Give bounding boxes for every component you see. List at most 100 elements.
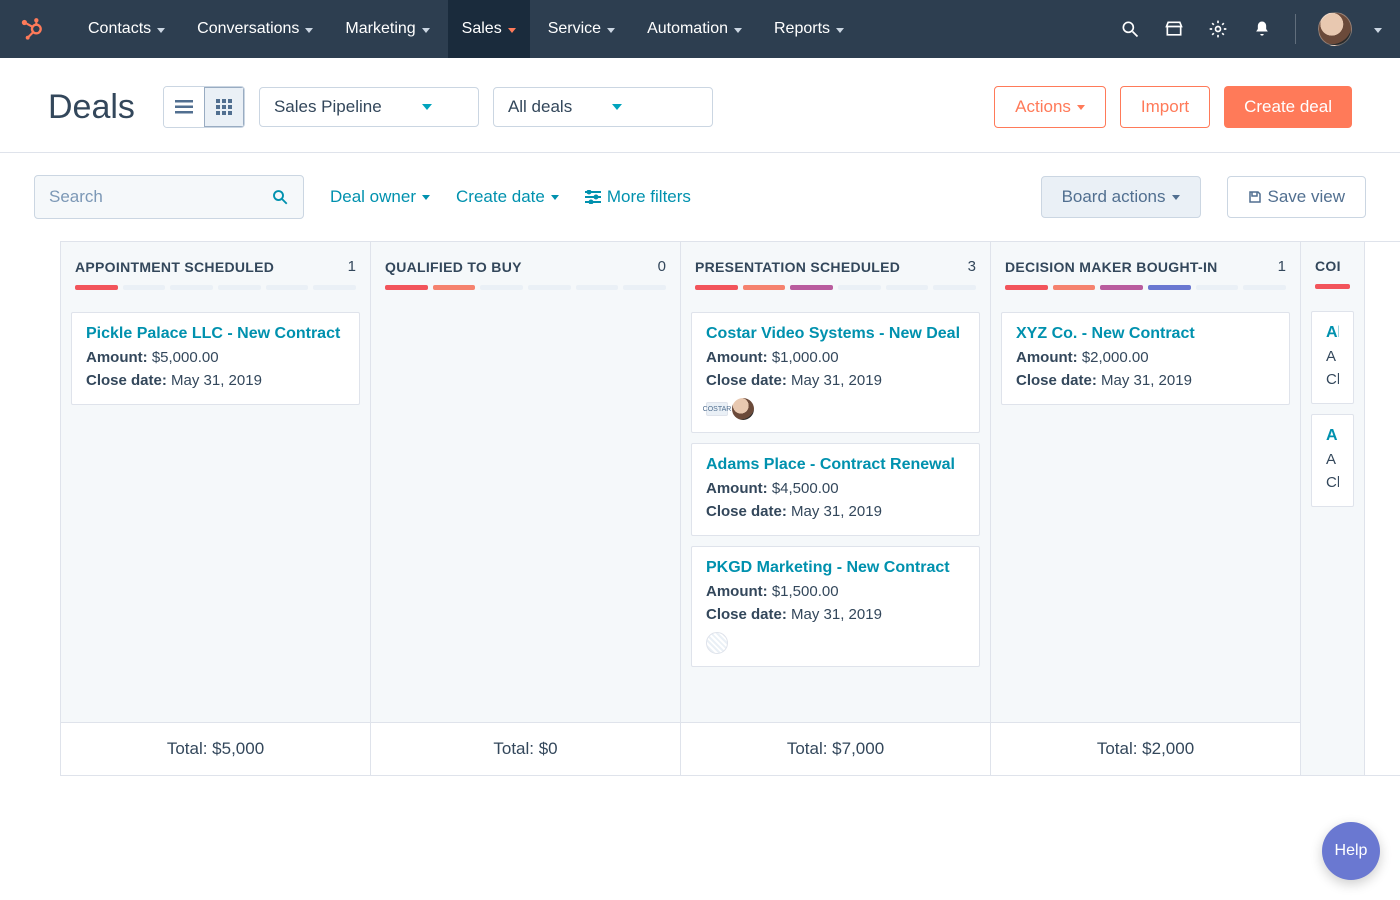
pipeline-label: Sales Pipeline (274, 97, 382, 117)
list-view-button[interactable] (164, 87, 204, 127)
deal-title[interactable]: XYZ Co. - New Contract (1016, 325, 1275, 343)
deal-owner-filter[interactable]: Deal owner (330, 187, 430, 207)
column-count: 1 (1278, 258, 1286, 275)
column-total: Total: $7,000 (681, 722, 990, 775)
column-total: Total: $5,000 (61, 722, 370, 775)
kanban-board: APPOINTMENT SCHEDULED1Pickle Palace LLC … (60, 241, 1400, 776)
search-icon[interactable] (1119, 18, 1141, 40)
notifications-bell-icon[interactable] (1251, 18, 1273, 40)
more-filters-button[interactable]: More filters (585, 187, 691, 207)
stage-progress (1315, 284, 1350, 289)
deal-title[interactable]: Adams Place - Contract Renewal (706, 456, 965, 474)
stage-progress (75, 285, 356, 290)
deal-amount: A (1326, 449, 1339, 472)
deal-title[interactable]: Pickle Palace LLC - New Contract (86, 325, 345, 343)
nav-contacts[interactable]: Contacts (74, 0, 179, 58)
deal-card[interactable]: AACl (1311, 414, 1354, 507)
deal-card[interactable]: XYZ Co. - New ContractAmount: $2,000.00C… (1001, 312, 1290, 405)
board-actions-label: Board actions (1062, 187, 1166, 207)
chevron-down-icon (157, 28, 165, 33)
column-header: PRESENTATION SCHEDULED 3 (681, 242, 990, 302)
nav-conversations[interactable]: Conversations (183, 0, 327, 58)
deal-filter-select[interactable]: All deals (493, 87, 713, 127)
user-avatar[interactable] (1318, 12, 1352, 46)
column-body[interactable]: Pickle Palace LLC - New ContractAmount: … (61, 302, 370, 722)
deal-title[interactable]: Costar Video Systems - New Deal (706, 325, 965, 343)
chevron-down-icon[interactable] (1374, 28, 1382, 33)
stage-progress (1005, 285, 1286, 290)
help-button[interactable]: Help (1322, 822, 1380, 880)
nav-items: Contacts Conversations Marketing Sales S… (74, 0, 858, 58)
deal-card[interactable]: PKGD Marketing - New Contract Amount: $1,… (691, 546, 980, 667)
nav-service[interactable]: Service (534, 0, 629, 58)
board-actions-button[interactable]: Board actions (1041, 176, 1201, 218)
column-count: 0 (658, 258, 666, 275)
deal-amount: Amount: $2,000.00 (1016, 347, 1275, 370)
deal-card[interactable]: Pickle Palace LLC - New ContractAmount: … (71, 312, 360, 405)
page-title: Deals (48, 88, 135, 127)
deal-title[interactable]: Al (1326, 324, 1339, 342)
deal-close-date: Cl (1326, 472, 1339, 495)
column-body[interactable]: Costar Video Systems - New Deal Amount: $… (681, 302, 990, 722)
company-badge: COSTAR (706, 402, 728, 416)
nav-marketing[interactable]: Marketing (331, 0, 443, 58)
placeholder-avatar (706, 632, 728, 654)
import-button[interactable]: Import (1120, 86, 1210, 128)
column-header: APPOINTMENT SCHEDULED1 (61, 242, 370, 302)
actions-button[interactable]: Actions (994, 86, 1106, 128)
deal-owner-label: Deal owner (330, 187, 416, 207)
column-header: QUALIFIED TO BUY0 (371, 242, 680, 302)
deal-amount: Amount: $4,500.00 (706, 478, 965, 501)
create-deal-button[interactable]: Create deal (1224, 86, 1352, 128)
deal-amount: A (1326, 346, 1339, 369)
search-placeholder: Search (49, 187, 103, 207)
help-label: Help (1335, 842, 1368, 860)
view-toggle (163, 86, 245, 128)
nav-reports[interactable]: Reports (760, 0, 858, 58)
nav-automation[interactable]: Automation (633, 0, 756, 58)
column-body[interactable]: AlAClAACl (1301, 301, 1364, 775)
column-title: DECISION MAKER BOUGHT-IN (1005, 259, 1218, 275)
deal-amount: Amount: $1,000.00 (706, 347, 965, 370)
deal-close-date: Cl (1326, 369, 1339, 392)
deal-title[interactable]: A (1326, 427, 1339, 445)
board-view-button[interactable] (204, 87, 244, 127)
column-title: PRESENTATION SCHEDULED (695, 259, 900, 275)
deal-close-date: Close date: May 31, 2019 (706, 501, 965, 524)
save-icon (1248, 190, 1262, 204)
marketplace-icon[interactable] (1163, 18, 1185, 40)
column-title: COI (1315, 258, 1341, 274)
caret-down-icon (1077, 105, 1085, 110)
create-deal-label: Create deal (1244, 97, 1332, 117)
deal-card[interactable]: Costar Video Systems - New Deal Amount: $… (691, 312, 980, 433)
more-filters-label: More filters (607, 187, 691, 207)
deal-amount: Amount: $1,500.00 (706, 581, 965, 604)
create-date-filter[interactable]: Create date (456, 187, 559, 207)
column-body[interactable]: XYZ Co. - New ContractAmount: $2,000.00C… (991, 302, 1300, 722)
nav-sales[interactable]: Sales (448, 0, 530, 58)
chevron-down-icon (607, 28, 615, 33)
chevron-down-icon (422, 28, 430, 33)
column-title: APPOINTMENT SCHEDULED (75, 259, 274, 275)
pipeline-column: QUALIFIED TO BUY0Total: $0 (371, 242, 681, 775)
page-header: Deals Sales Pipeline All deals Actions I… (0, 58, 1400, 153)
search-input[interactable]: Search (34, 175, 304, 219)
create-date-label: Create date (456, 187, 545, 207)
nav-label: Contacts (88, 20, 151, 38)
owner-avatar (732, 398, 754, 420)
deal-close-date: Close date: May 31, 2019 (706, 604, 965, 627)
board-wrap: APPOINTMENT SCHEDULED1Pickle Palace LLC … (0, 241, 1400, 776)
settings-gear-icon[interactable] (1207, 18, 1229, 40)
deal-title[interactable]: PKGD Marketing - New Contract (706, 559, 965, 577)
save-view-button[interactable]: Save view (1227, 176, 1366, 218)
column-count: 3 (968, 258, 976, 275)
pipeline-select[interactable]: Sales Pipeline (259, 87, 479, 127)
column-body[interactable] (371, 302, 680, 722)
hubspot-logo[interactable] (18, 15, 46, 43)
nav-label: Marketing (345, 20, 415, 38)
column-header: DECISION MAKER BOUGHT-IN 1 (991, 242, 1300, 302)
deal-card[interactable]: Al ACl (1311, 311, 1354, 404)
chevron-down-icon (836, 28, 844, 33)
pipeline-column: COIAlAClAACl (1301, 242, 1365, 775)
deal-card[interactable]: Adams Place - Contract Renewal Amount: $4… (691, 443, 980, 536)
